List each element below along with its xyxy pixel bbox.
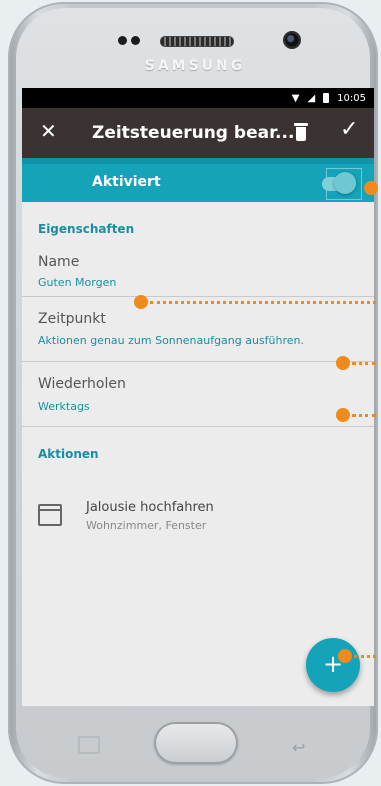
property-repeat[interactable]: Wiederholen Werktags	[22, 362, 374, 427]
home-button[interactable]	[154, 722, 238, 764]
action-checkbox[interactable]	[38, 504, 62, 526]
toggle-knob[interactable]	[334, 172, 356, 194]
trash-icon[interactable]	[294, 123, 308, 141]
check-icon[interactable]: ✓	[340, 119, 358, 141]
sensor-dots	[118, 36, 140, 45]
properties-heading: Eigenschaften	[38, 222, 135, 236]
back-key[interactable]: ↩	[292, 738, 305, 757]
page-title: Zeitsteuerung bear...	[92, 123, 295, 143]
name-label: Name	[38, 254, 80, 270]
annotation-dot-toggle	[364, 181, 378, 195]
earpiece-speaker	[160, 36, 234, 47]
annotation-line-name	[150, 301, 376, 304]
action-title: Jalousie hochfahren	[86, 500, 214, 515]
app-bar: ✕ Zeitsteuerung bear... ✓	[22, 108, 374, 158]
status-time: 10:05	[337, 92, 366, 104]
annotation-dot-name	[134, 295, 148, 309]
battery-icon	[323, 93, 330, 103]
time-value: Aktionen genau zum Sonnenaufgang ausführ…	[38, 334, 305, 347]
activation-bar: Aktiviert	[22, 164, 374, 202]
annotation-dot-repeat	[336, 408, 350, 422]
device-brand: SAMSUNG	[144, 58, 246, 74]
recent-apps-key[interactable]	[78, 736, 100, 754]
actions-heading: Aktionen	[38, 447, 99, 461]
annotation-dot-fab	[338, 649, 352, 663]
add-action-button[interactable]: +	[306, 638, 360, 692]
annotation-line-fab	[354, 655, 376, 658]
app-screen: ▼ ◢ 10:05 ✕ Zeitsteuerung bear... ✓ Akti…	[22, 88, 374, 706]
repeat-label: Wiederholen	[38, 376, 126, 392]
front-camera	[285, 33, 299, 47]
name-value: Guten Morgen	[38, 276, 117, 289]
time-label: Zeitpunkt	[38, 311, 106, 327]
wifi-icon: ▼	[291, 92, 300, 104]
status-bar: ▼ ◢ 10:05	[22, 88, 374, 108]
activation-label: Aktiviert	[92, 174, 161, 190]
annotation-line-repeat	[352, 414, 376, 417]
property-name[interactable]: Name Guten Morgen	[22, 236, 374, 297]
close-icon[interactable]: ✕	[40, 121, 57, 141]
property-time[interactable]: Zeitpunkt Aktionen genau zum Sonnenaufga…	[22, 297, 374, 362]
annotation-line-time	[352, 362, 376, 365]
signal-icon: ◢	[307, 92, 316, 104]
action-subtitle: Wohnzimmer, Fenster	[86, 519, 207, 532]
action-list-item[interactable]: Jalousie hochfahren Wohnzimmer, Fenster	[22, 488, 374, 540]
repeat-value: Werktags	[38, 400, 90, 413]
annotation-dot-time	[336, 356, 350, 370]
